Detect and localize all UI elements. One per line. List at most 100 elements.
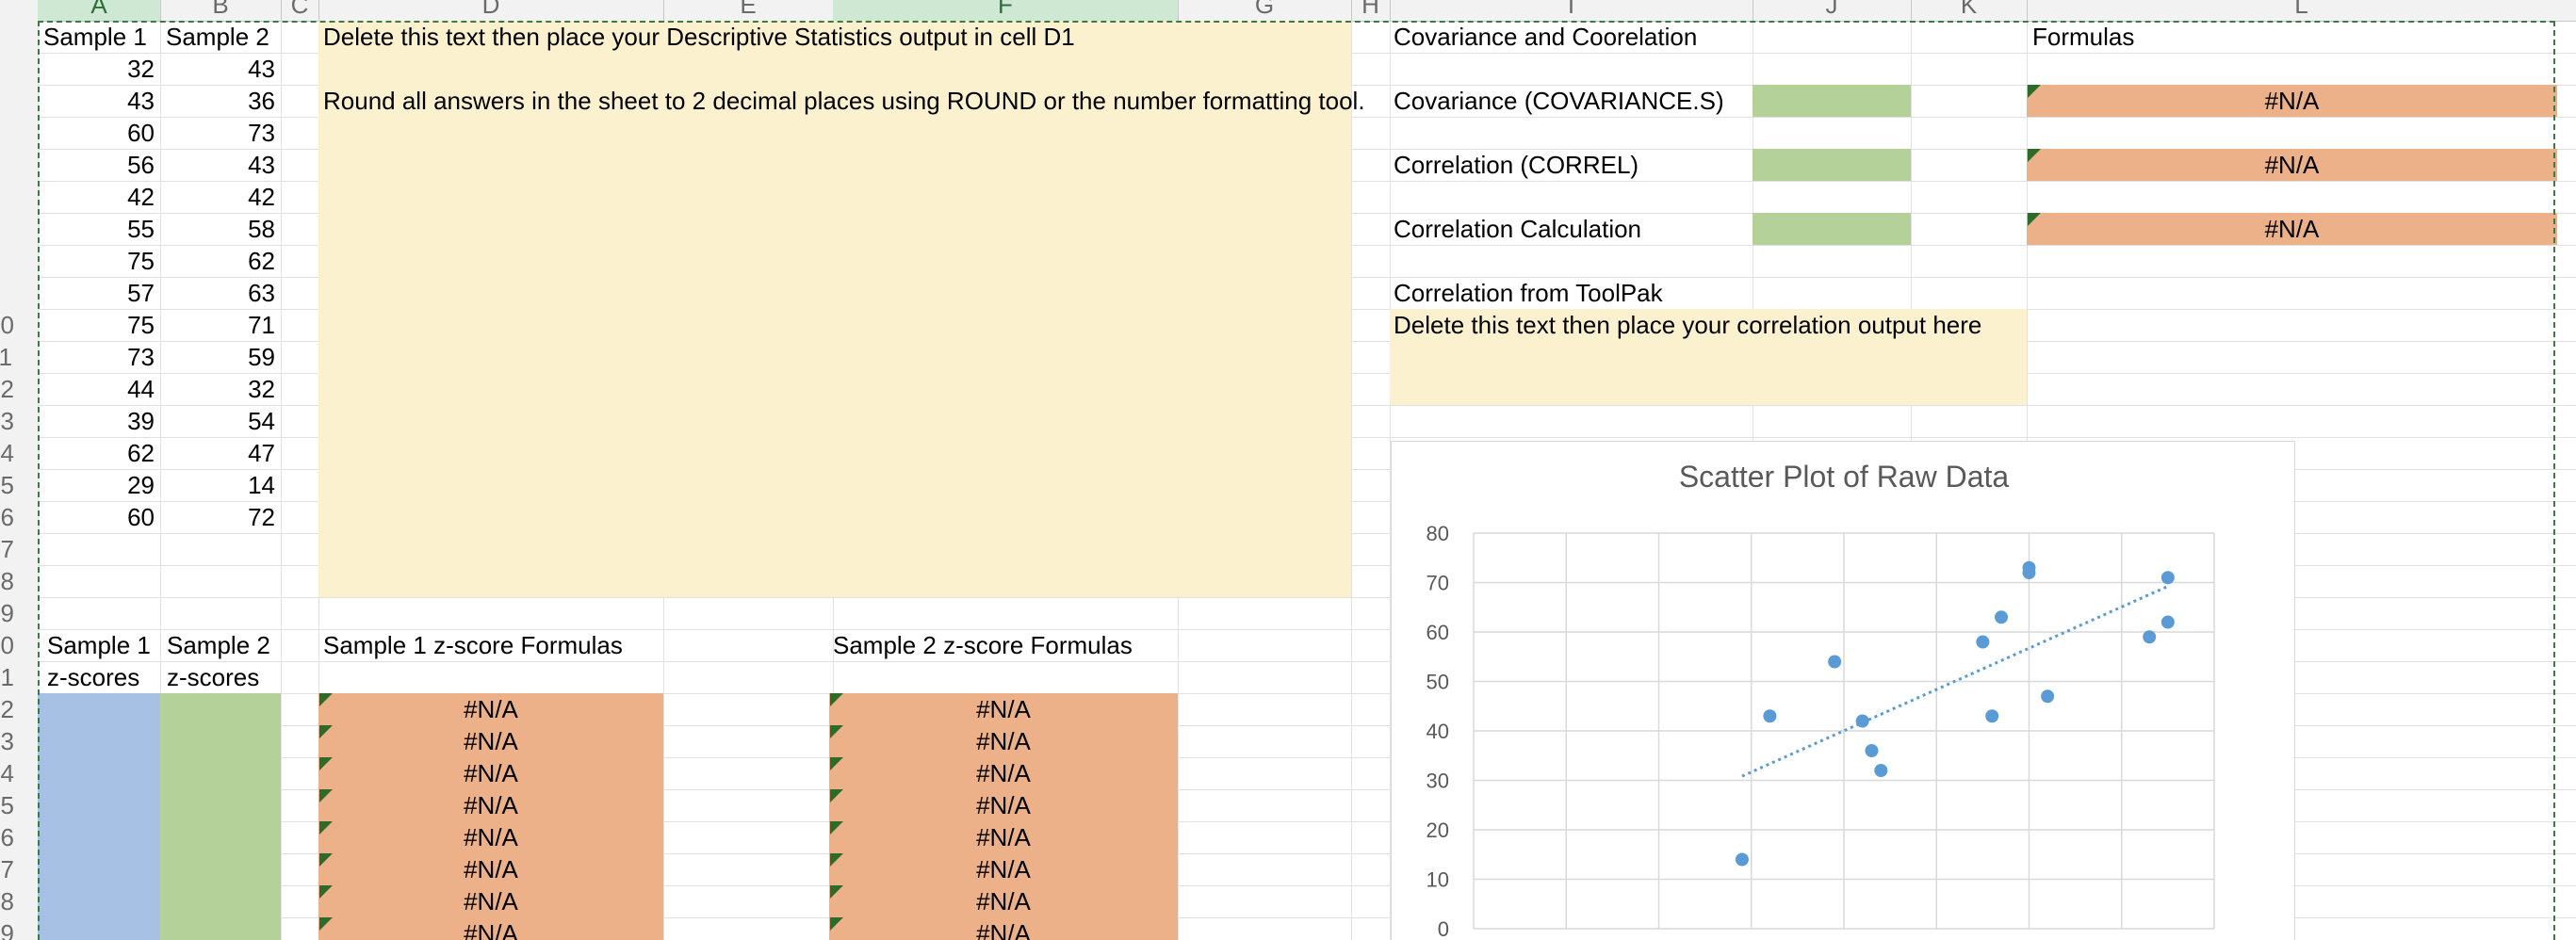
row-header-5[interactable]: 5: [0, 149, 34, 181]
sample1-zscore-header-1: Sample 1: [47, 631, 151, 659]
sample1-header[interactable]: Sample 1: [43, 21, 147, 53]
row-header-29[interactable]: 29: [0, 917, 34, 940]
sample2-zscore-cells[interactable]: [160, 693, 281, 940]
zscore2-formula-value: #N/A: [976, 791, 1031, 819]
sample1-value[interactable]: 60: [38, 501, 155, 533]
sample1-value[interactable]: 32: [38, 53, 155, 85]
row-header-7[interactable]: 7: [0, 213, 34, 245]
zscore1-formula-value: #N/A: [464, 919, 518, 940]
covariance-label: Covariance (COVARIANCE.S): [1394, 87, 1724, 115]
column-header-l[interactable]: L: [2027, 0, 2576, 21]
sample2-zscore-header-2: z-scores: [167, 663, 260, 691]
sample1-value[interactable]: 42: [38, 181, 155, 213]
sample2-header[interactable]: Sample 2: [166, 21, 269, 53]
covariance-cell[interactable]: [1753, 85, 1911, 117]
toolpak-label: Correlation from ToolPak: [1394, 279, 1663, 307]
row-header-22[interactable]: 22: [0, 693, 34, 725]
sample2-value[interactable]: 43: [160, 149, 275, 181]
row-header-23[interactable]: 23: [0, 725, 34, 757]
chart-y-tick-label: 30: [1427, 770, 1449, 793]
sample1-value[interactable]: 44: [38, 373, 155, 405]
row-header-12[interactable]: 12: [0, 373, 34, 405]
sample2-value[interactable]: 32: [160, 373, 275, 405]
zscore1-formula-value: #N/A: [464, 759, 518, 787]
row-header-19[interactable]: 19: [0, 597, 34, 629]
column-header-k[interactable]: K: [1911, 0, 2028, 21]
row-header-25[interactable]: 25: [0, 789, 34, 821]
sample1-value[interactable]: 43: [38, 85, 155, 117]
chart-data-point: [1995, 610, 2009, 624]
column-header-b[interactable]: B: [160, 0, 282, 21]
row-header-21[interactable]: 21: [0, 661, 34, 693]
sample1-value[interactable]: 39: [38, 405, 155, 437]
row-header-17[interactable]: 17: [0, 533, 34, 565]
row-header-13[interactable]: 13: [0, 405, 34, 437]
zscore1-formula-value: #N/A: [464, 695, 518, 723]
sample1-value[interactable]: 73: [38, 341, 155, 373]
spreadsheet: ABCDEFGHIJKL 123456789101112131415161718…: [0, 0, 2576, 940]
sample2-value[interactable]: 71: [160, 309, 275, 341]
chart-data-point: [2041, 689, 2055, 704]
column-header-h[interactable]: H: [1351, 0, 1391, 21]
column-header-a[interactable]: A: [38, 0, 161, 21]
row-header-9[interactable]: 9: [0, 277, 34, 309]
sample1-value[interactable]: 29: [38, 469, 155, 501]
sample2-value[interactable]: 58: [160, 213, 275, 245]
column-header-i[interactable]: I: [1390, 0, 1753, 21]
sample2-value[interactable]: 14: [160, 469, 275, 501]
column-header-c[interactable]: C: [281, 0, 319, 21]
column-header-d[interactable]: D: [318, 0, 664, 21]
row-header-18[interactable]: 18: [0, 565, 34, 597]
sample1-value[interactable]: 75: [38, 245, 155, 277]
sample2-value[interactable]: 73: [160, 117, 275, 149]
scatter-chart[interactable]: Scatter Plot of Raw Data 0 10 20 30 40 50 60 70 8…: [1391, 441, 2295, 940]
column-header-j[interactable]: J: [1753, 0, 1912, 21]
zscore2-formula-value: #N/A: [976, 855, 1031, 883]
row-header-16[interactable]: 16: [0, 501, 34, 533]
formula1-title: Sample 1 z-score Formulas: [323, 631, 623, 659]
zscore2-formula-value: #N/A: [976, 823, 1031, 851]
sample2-value[interactable]: 42: [160, 181, 275, 213]
row-header-11[interactable]: 11: [0, 341, 34, 373]
chart-y-tick-label: 0: [1438, 917, 1449, 940]
row-header-15[interactable]: 15: [0, 469, 34, 501]
chart-y-tick-label: 70: [1427, 572, 1449, 595]
sample1-value[interactable]: 75: [38, 309, 155, 341]
sample2-value[interactable]: 54: [160, 405, 275, 437]
row-header-4[interactable]: 4: [0, 117, 34, 149]
row-header-3[interactable]: 3: [0, 85, 34, 117]
instruction-line-2: Round all answers in the sheet to 2 deci…: [323, 87, 1365, 115]
row-header-26[interactable]: 26: [0, 821, 34, 853]
sample2-value[interactable]: 62: [160, 245, 275, 277]
row-header-10[interactable]: 10: [0, 309, 34, 341]
formula2-title: Sample 2 z-score Formulas: [833, 631, 1133, 659]
column-header-g[interactable]: G: [1178, 0, 1352, 21]
sample2-value[interactable]: 59: [160, 341, 275, 373]
row-header-27[interactable]: 27: [0, 853, 34, 885]
row-header-2[interactable]: 2: [0, 53, 34, 85]
correlation-calc-cell[interactable]: [1753, 213, 1911, 245]
sample1-zscore-cells[interactable]: [38, 693, 160, 940]
sample1-value[interactable]: 57: [38, 277, 155, 309]
row-header-1[interactable]: 1: [0, 21, 34, 53]
row-header-6[interactable]: 6: [0, 181, 34, 213]
sample1-value[interactable]: 60: [38, 117, 155, 149]
sample1-value[interactable]: 62: [38, 437, 155, 469]
column-header-e[interactable]: E: [663, 0, 834, 21]
sample2-value[interactable]: 72: [160, 501, 275, 533]
formulas-title: Formulas: [2032, 23, 2135, 51]
row-header-24[interactable]: 24: [0, 757, 34, 789]
sample1-value[interactable]: 55: [38, 213, 155, 245]
sample1-value[interactable]: 56: [38, 149, 155, 181]
row-header-20[interactable]: 20: [0, 629, 34, 661]
sample2-value[interactable]: 63: [160, 277, 275, 309]
row-header-14[interactable]: 14: [0, 437, 34, 469]
gridline-vertical: [281, 21, 282, 940]
correlation-cell[interactable]: [1753, 149, 1911, 181]
sample2-value[interactable]: 47: [160, 437, 275, 469]
sample2-value[interactable]: 36: [160, 85, 275, 117]
row-header-28[interactable]: 28: [0, 885, 34, 917]
sample2-value[interactable]: 43: [160, 53, 275, 85]
column-header-f[interactable]: F: [833, 0, 1179, 21]
row-header-8[interactable]: 8: [0, 245, 34, 277]
